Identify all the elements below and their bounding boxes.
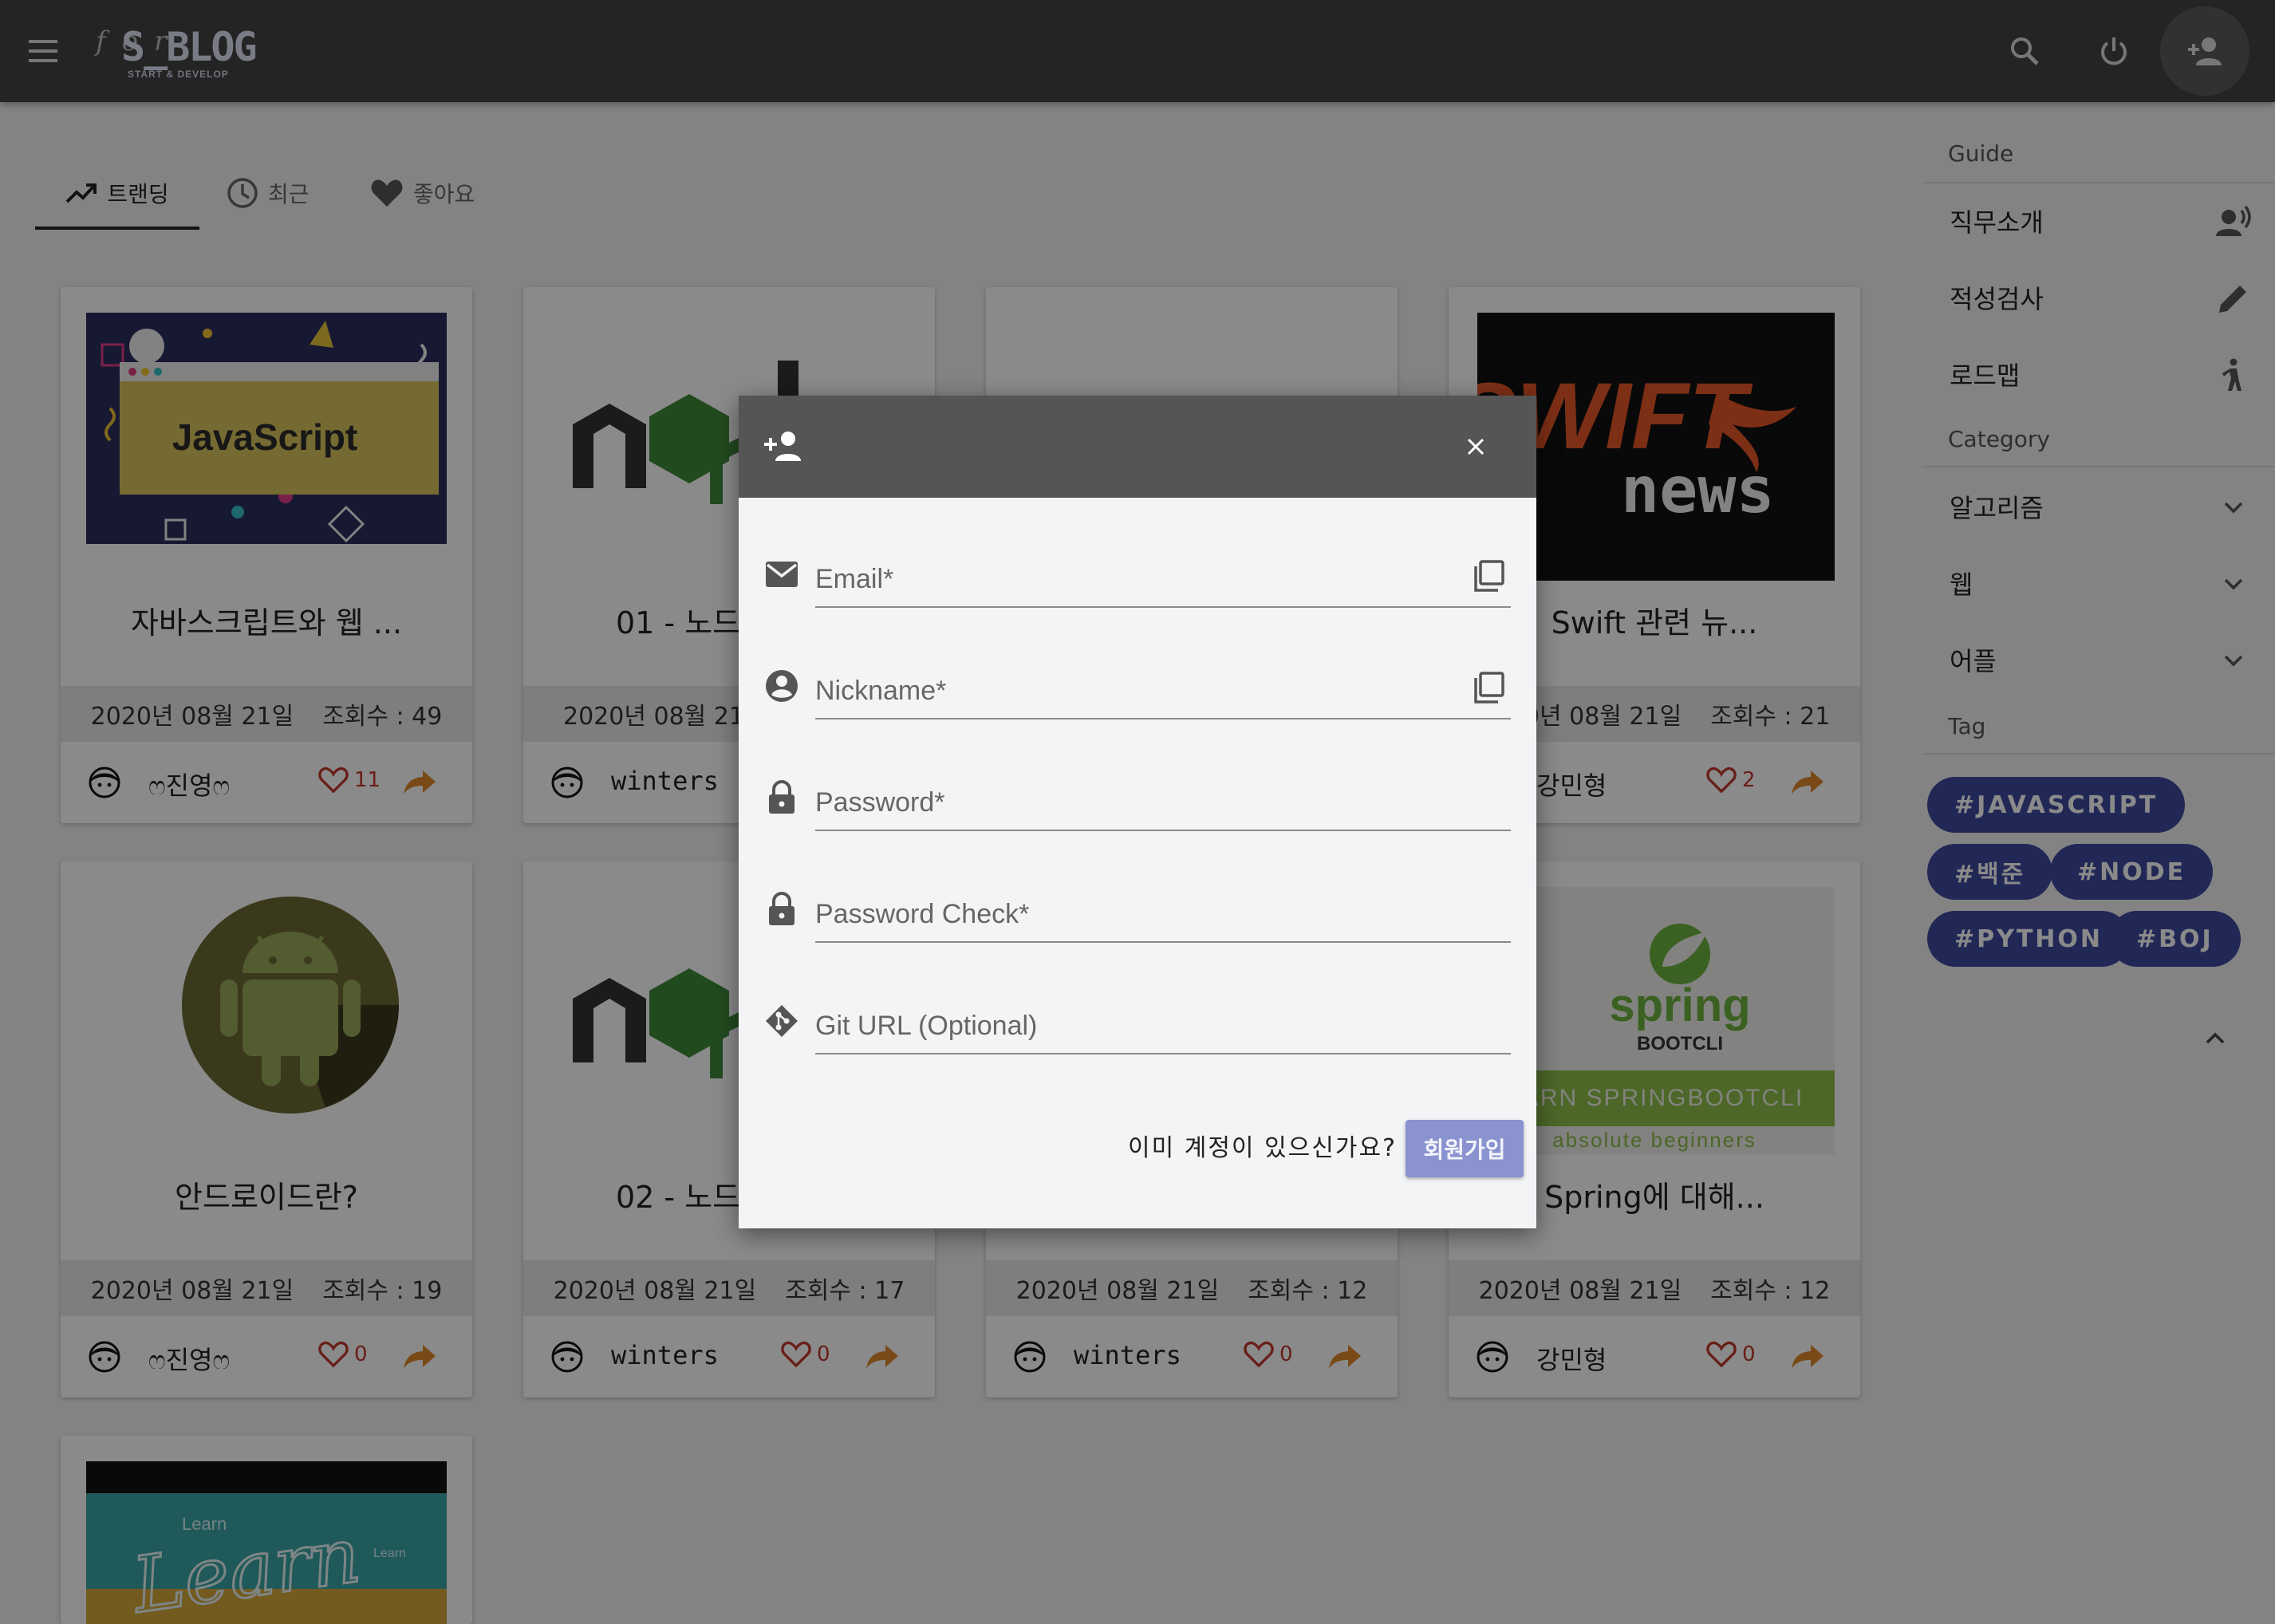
nickname-field xyxy=(764,651,1511,723)
copy-icon[interactable] xyxy=(1471,670,1506,705)
close-icon[interactable] xyxy=(1455,426,1496,467)
signup-button[interactable]: 회원가입 xyxy=(1406,1120,1524,1177)
git-url-field xyxy=(764,986,1511,1058)
lock-icon xyxy=(769,892,794,925)
password-input[interactable] xyxy=(815,767,1511,831)
email-input[interactable] xyxy=(815,544,1511,608)
password-field xyxy=(764,763,1511,834)
git-icon xyxy=(766,1005,798,1037)
login-prompt-link[interactable]: 이미 계정이 있으신가요? xyxy=(1128,1128,1397,1163)
git-url-input[interactable] xyxy=(815,991,1511,1054)
account-circle-icon xyxy=(766,670,798,702)
copy-icon[interactable] xyxy=(1471,558,1506,593)
signup-dialog: 이미 계정이 있으신가요? 회원가입 xyxy=(739,396,1536,1228)
lock-icon xyxy=(769,780,794,814)
password-check-field xyxy=(764,874,1511,946)
password-check-input[interactable] xyxy=(815,879,1511,943)
email-field xyxy=(764,539,1511,611)
mail-icon xyxy=(766,562,798,587)
nickname-input[interactable] xyxy=(815,656,1511,719)
person-add-icon xyxy=(764,432,801,461)
dialog-header xyxy=(739,396,1536,498)
